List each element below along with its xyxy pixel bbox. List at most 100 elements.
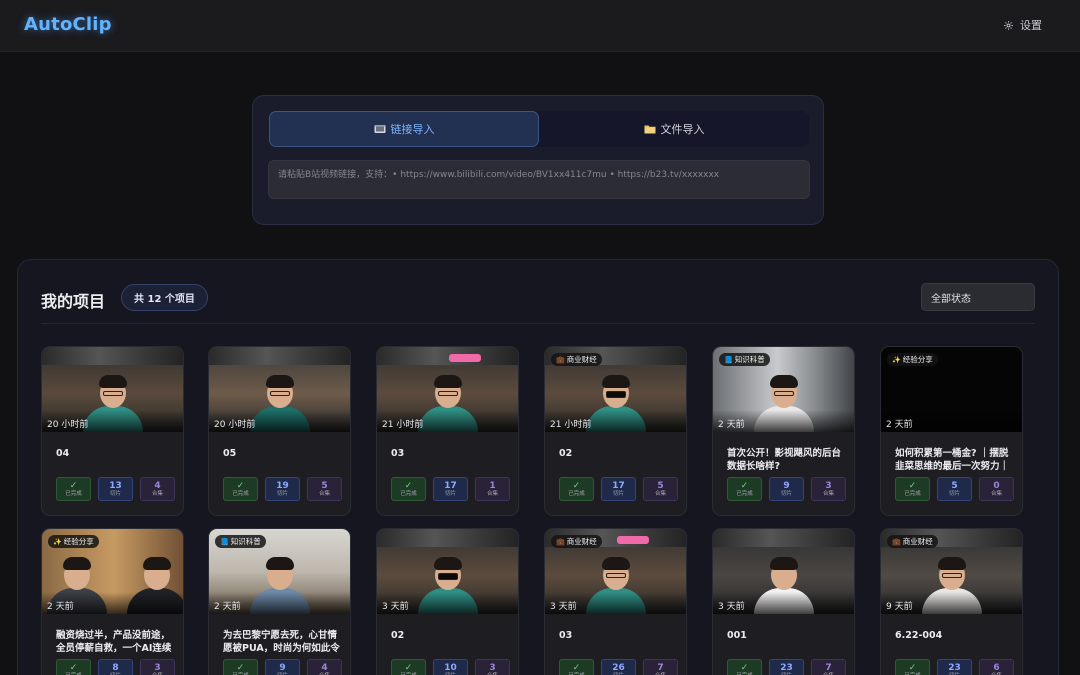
status-badge-value: ✓	[236, 480, 245, 491]
project-card[interactable]: 3 天前 001 ✓已完成 23切片 7合集	[712, 528, 855, 675]
collections-count-label: 合集	[654, 490, 666, 497]
collections-count-value: 3	[489, 662, 496, 673]
collections-count-value: 3	[825, 480, 832, 491]
tab-link-import-label: 链接导入	[390, 123, 435, 136]
project-time: 20 小时前	[47, 420, 89, 430]
collections-count: 5 合集	[307, 477, 342, 501]
video-thumbnail[interactable]: 📘 知识科普 2 天前	[713, 347, 854, 432]
project-title: 001	[727, 630, 747, 641]
category-tag-label: 知识科普	[734, 355, 765, 364]
status-badge: ✓已完成	[727, 477, 762, 501]
status-badge-value: ✓	[236, 662, 245, 673]
tab-file-import[interactable]: 文件导入	[539, 111, 809, 147]
project-stats: ✓已完成 26切片 7合集	[559, 659, 678, 675]
tab-file-import-label: 文件导入	[660, 123, 705, 136]
project-time: 3 天前	[550, 602, 577, 612]
collections-count-value: 4	[154, 480, 161, 491]
sparkle-icon: ✨	[53, 537, 62, 546]
clips-count: 19 切片	[265, 477, 300, 501]
project-stats: ✓已完成 10切片 3合集	[391, 659, 510, 675]
briefcase-icon: 💼	[556, 537, 565, 546]
status-badge: ✓已完成	[727, 659, 762, 675]
project-title: 05	[223, 448, 237, 459]
category-tag: ✨ 经验分享	[48, 535, 99, 548]
import-tabs: 链接导入 文件导入	[269, 111, 809, 147]
clips-count-label: 切片	[109, 490, 121, 497]
project-stats: ✓ 已完成 17 切片 5 合集	[559, 477, 678, 501]
video-thumbnail[interactable]: 💼 商业财经 9 天前	[881, 529, 1022, 614]
project-title: 为去巴黎宁愿去死，心甘情愿被PUA，时尚为何如此令	[223, 630, 340, 654]
project-stats: ✓已完成 23切片 6合集	[895, 659, 1014, 675]
collections-count-label: 合集	[486, 490, 498, 497]
video-thumbnail[interactable]: 20 小时前	[209, 347, 350, 432]
clips-count-value: 8	[112, 662, 119, 673]
project-card[interactable]: 💼商业财经 9 天前 6.22-004 ✓已完成 23切片 6合集	[880, 528, 1023, 675]
project-card[interactable]: 💼商业财经 3 天前 03 ✓已完成 26切片 7合集	[544, 528, 687, 675]
collections-count-value: 5	[321, 480, 328, 491]
folder-icon	[644, 125, 655, 134]
video-thumbnail[interactable]: 21 小时前	[377, 347, 518, 432]
collections-count-label: 合集	[318, 490, 330, 497]
project-stats: ✓ 已完成 19 切片 5 合集	[223, 477, 342, 501]
collections-count-label: 合集	[151, 490, 163, 497]
project-card[interactable]: 📘 知识科普 2 天前 首次公开！影视飓风的后台数据长啥样? ✓ 已完成 9 切片 3 合集	[712, 346, 855, 516]
video-thumbnail[interactable]: 3 天前	[713, 529, 854, 614]
status-badge: ✓已完成	[559, 477, 594, 501]
tab-link-import[interactable]: 链接导入	[269, 111, 539, 147]
status-badge: ✓已完成	[559, 659, 594, 675]
project-card[interactable]: 20 小时前 05 ✓ 已完成 19 切片 5 合集	[208, 346, 351, 516]
video-thumbnail[interactable]: ✨ 经验分享 2 天前	[42, 529, 183, 614]
project-title: 02	[559, 448, 573, 459]
category-tag: 💼 商业财经	[887, 535, 938, 548]
project-title: 02	[391, 630, 405, 641]
video-thumbnail[interactable]: ✨ 经验分享 2 天前	[881, 347, 1022, 432]
clips-count: 9切片	[769, 477, 804, 501]
status-badge-value: ✓	[404, 480, 413, 491]
video-url-input[interactable]	[268, 160, 810, 199]
project-card[interactable]: 3 天前 02 ✓已完成 10切片 3合集	[376, 528, 519, 675]
project-time: 21 小时前	[550, 420, 592, 430]
project-card[interactable]: 📘知识科普 2 天前为去巴黎宁愿去死，心甘情愿被PUA，时尚为何如此令 ✓已完成 9切…	[208, 528, 351, 675]
clips-count-value: 23	[948, 662, 961, 673]
project-card[interactable]: 20 小时前 04 ✓ 已完成 13 切片 4 合集	[41, 346, 184, 516]
app-logo[interactable]: AutoClip	[24, 14, 112, 35]
project-time: 3 天前	[382, 602, 409, 612]
video-thumbnail[interactable]: 3 天前	[377, 529, 518, 614]
status-badge: ✓已完成	[391, 659, 426, 675]
video-thumbnail[interactable]: 💼 商业财经 21 小时前	[545, 347, 686, 432]
project-stats: ✓已完成 8切片 3合集	[56, 659, 175, 675]
video-thumbnail[interactable]: 📘 知识科普 2 天前	[209, 529, 350, 614]
status-filter-select[interactable]: 全部状态	[921, 283, 1035, 311]
status-badge-value: ✓	[572, 480, 581, 491]
settings-label: 设置	[1020, 19, 1042, 32]
project-time: 3 天前	[718, 602, 745, 612]
project-card[interactable]: ✨经验分享 2 天前融资烧过半，产品没前途，全员停薪自救，一个AI连续 ✓已完成 8切…	[41, 528, 184, 675]
status-badge-label: 已完成	[904, 490, 921, 497]
thumbnail-sticker	[449, 354, 481, 362]
project-title: 03	[391, 448, 405, 459]
clips-count-value: 10	[444, 662, 457, 673]
clips-count-value: 23	[780, 662, 793, 673]
project-card[interactable]: 💼 商业财经 21 小时前 02 ✓ 已完成 17 切片 5 合集	[544, 346, 687, 516]
clips-count-value: 9	[279, 662, 286, 673]
status-badge: ✓已完成	[391, 477, 426, 501]
collections-count-value: 7	[825, 662, 832, 673]
video-camera-icon	[374, 125, 385, 133]
status-badge-value: ✓	[404, 662, 413, 673]
project-title: 6.22-004	[895, 630, 943, 641]
clips-count: 23切片	[769, 659, 804, 675]
clips-count: 10切片	[433, 659, 468, 675]
collections-count-value: 6	[993, 662, 1000, 673]
clips-count-label: 切片	[612, 490, 624, 497]
project-time: 2 天前	[47, 602, 74, 612]
settings-button[interactable]: 设置	[1003, 17, 1042, 33]
collections-count: 3合集	[140, 659, 175, 675]
category-tag-label: 商业财经	[902, 537, 933, 546]
project-title: 04	[56, 448, 70, 459]
project-card[interactable]: ✨ 经验分享 2 天前 如何积累第一桶金? ｜摆脱韭菜思维的最后一次努力｜ ✓ 已完成 5 切…	[880, 346, 1023, 516]
clips-count-value: 26	[612, 662, 625, 673]
video-thumbnail[interactable]: 20 小时前	[42, 347, 183, 432]
project-card[interactable]: 21 小时前 03 ✓ 已完成 17 切片 1 合集	[376, 346, 519, 516]
video-thumbnail[interactable]: 💼 商业财经 3 天前	[545, 529, 686, 614]
collections-count: 7合集	[643, 659, 678, 675]
